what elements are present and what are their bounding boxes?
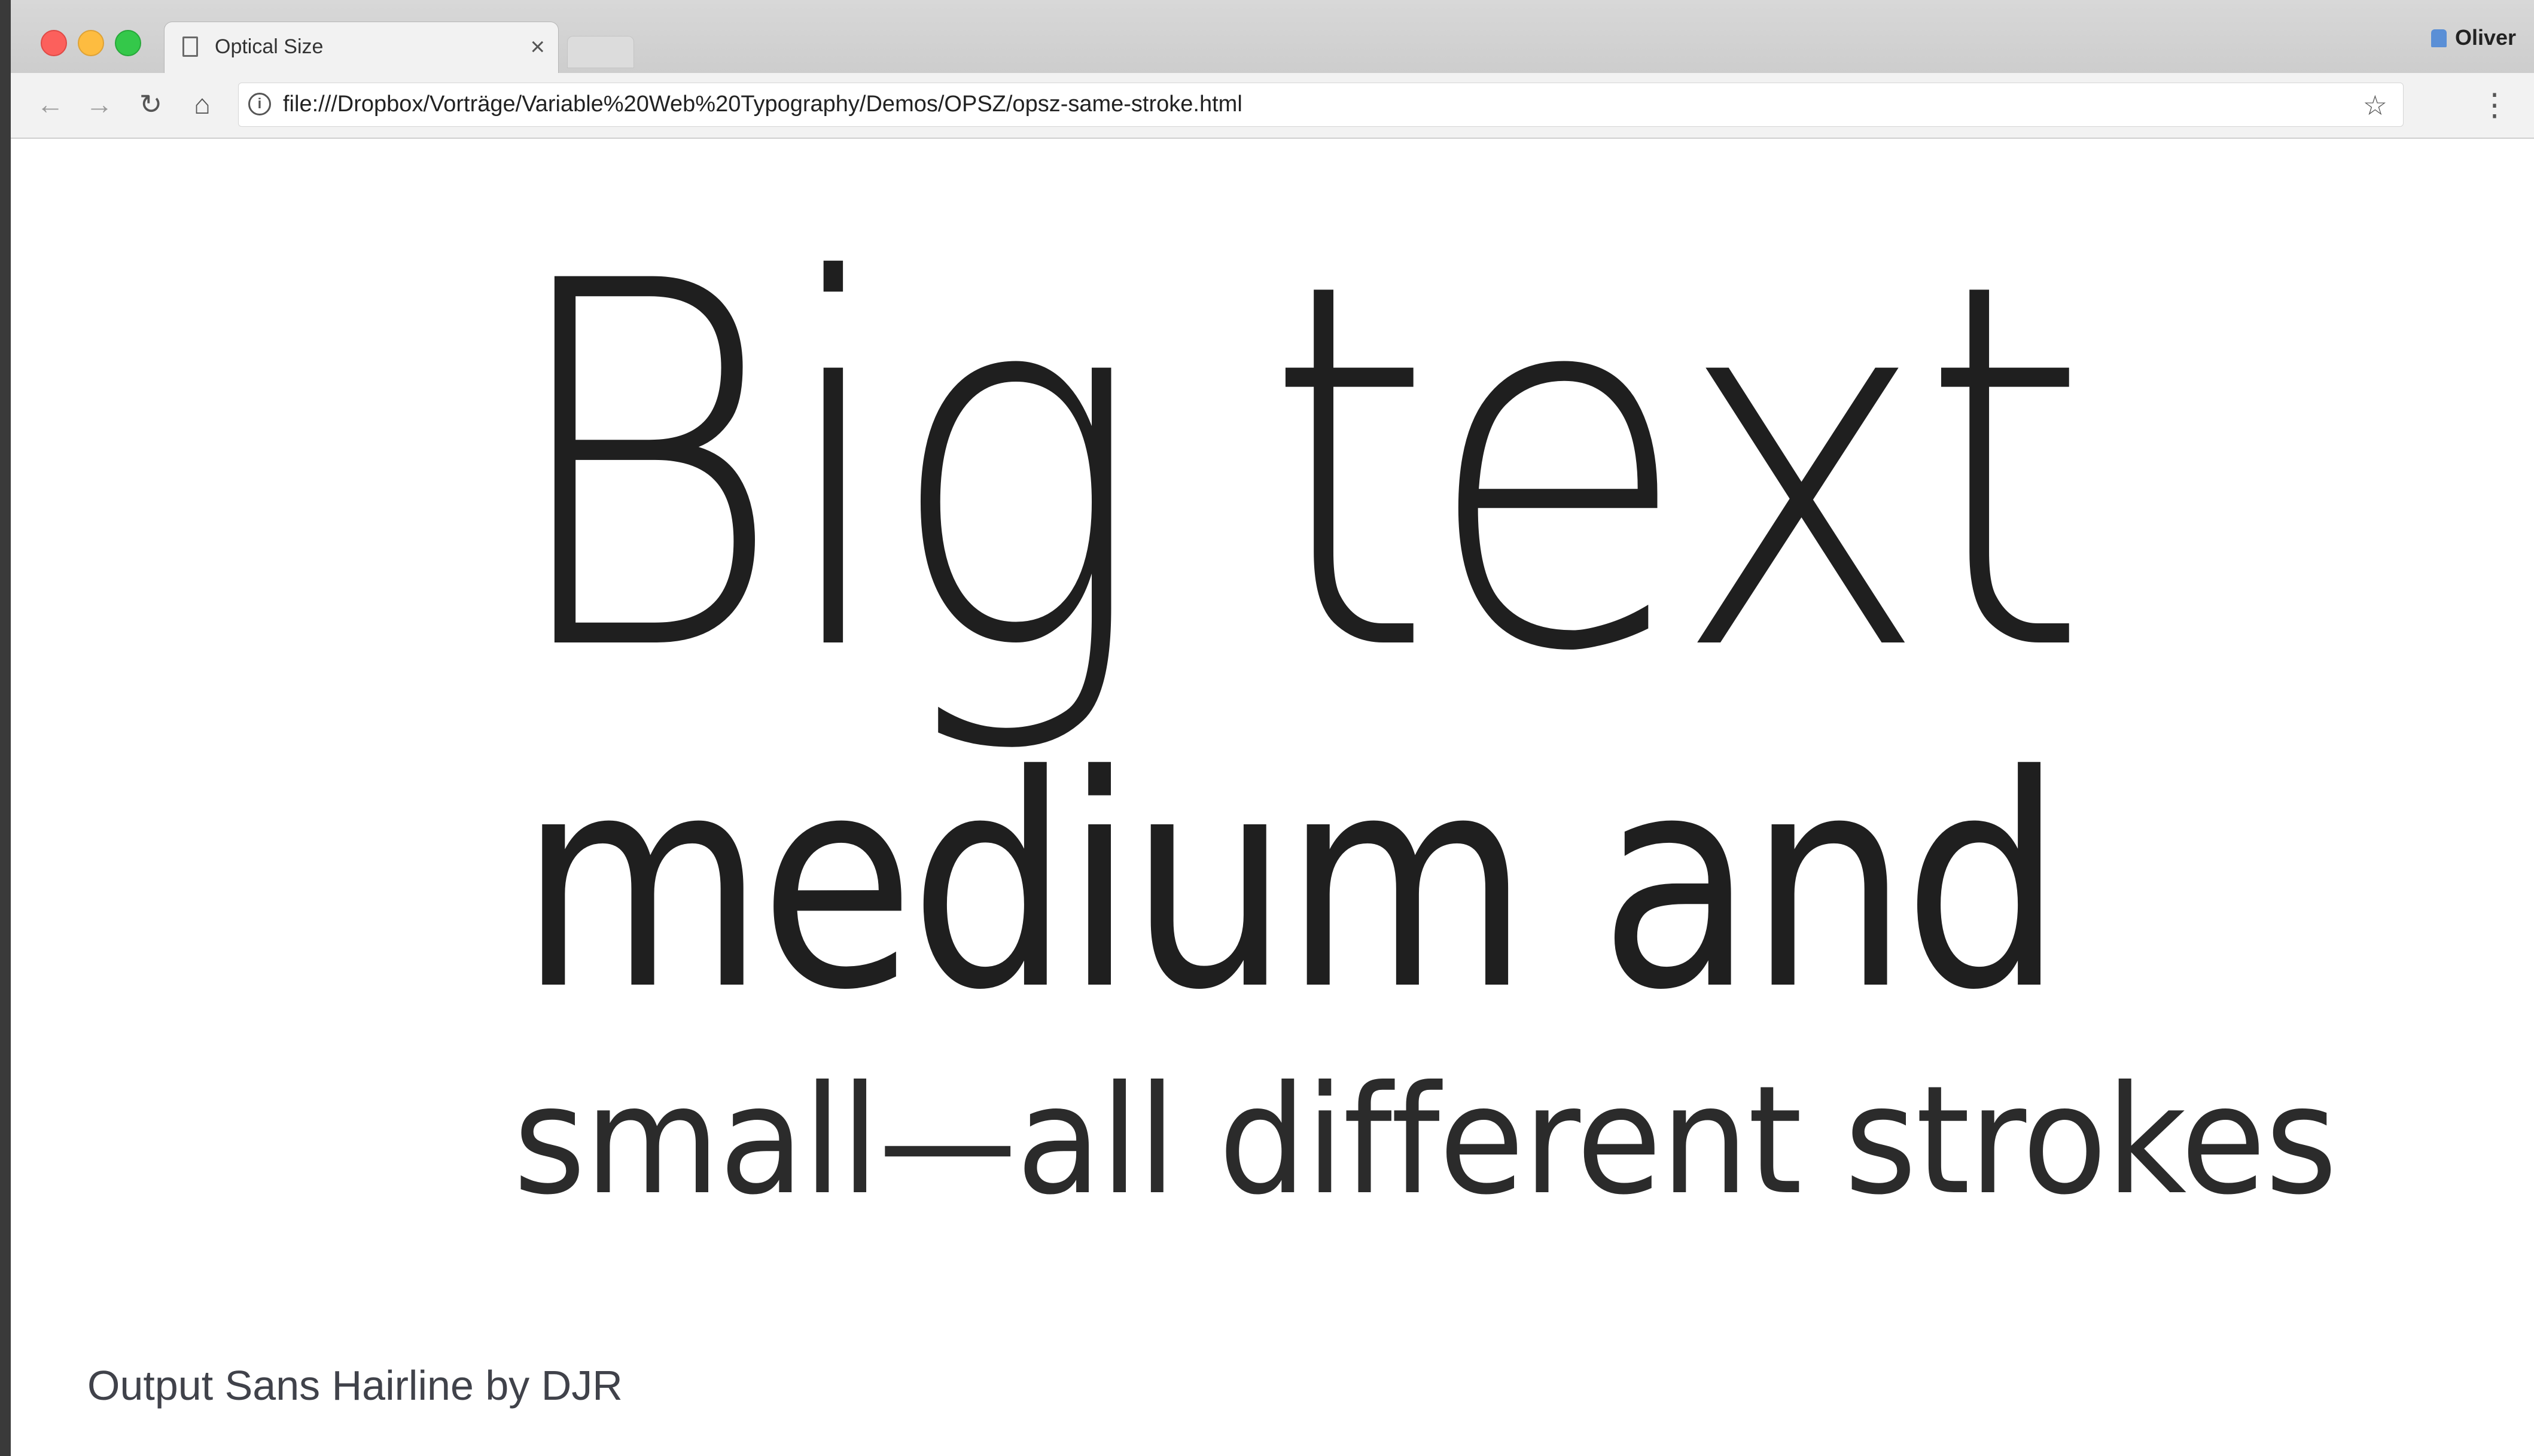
maximize-window-button[interactable] (115, 30, 141, 56)
tab-optical-size[interactable]: Optical Size × (164, 22, 559, 73)
back-icon[interactable]: ← (32, 86, 68, 122)
more-menu-icon[interactable]: ⋮ (2479, 87, 2510, 123)
bookmark-star-icon[interactable]: ☆ (2363, 89, 2387, 121)
close-window-button[interactable] (41, 30, 67, 56)
reload-icon[interactable]: ↻ (133, 86, 169, 122)
person-icon (2431, 29, 2447, 47)
browser-toolbar: ← → ↻ ⌂ i file:///Dropbox/Vorträge/Varia… (11, 73, 2534, 139)
slide-caption: Output Sans Hairline by DJR (87, 1362, 623, 1409)
medium-text-line: medium and (519, 712, 2063, 1054)
small-text-line: small—all different strokes (513, 1053, 2337, 1227)
big-text-line: Big text (501, 176, 2089, 761)
forward-icon[interactable]: → (81, 86, 117, 122)
url-text[interactable]: file:///Dropbox/Vorträge/Variable%20Web%… (283, 92, 1242, 117)
home-icon[interactable]: ⌂ (184, 86, 220, 122)
tab-title: Optical Size (215, 35, 324, 58)
address-bar[interactable]: i file:///Dropbox/Vorträge/Variable%20We… (238, 83, 2404, 127)
profile-button[interactable]: Oliver (2431, 25, 2516, 50)
page-content: Big text medium and small—all different … (11, 139, 2534, 1456)
tab-strip: Optical Size × Oliver (11, 0, 2534, 74)
new-tab-button[interactable] (567, 36, 634, 68)
minimize-window-button[interactable] (78, 30, 104, 56)
profile-name: Oliver (2454, 25, 2516, 50)
browser-window: Optical Size × Oliver ← → ↻ ⌂ i file:///… (0, 0, 2534, 1456)
close-tab-icon[interactable]: × (530, 32, 545, 62)
info-icon[interactable]: i (248, 93, 271, 115)
document-icon (182, 36, 198, 57)
